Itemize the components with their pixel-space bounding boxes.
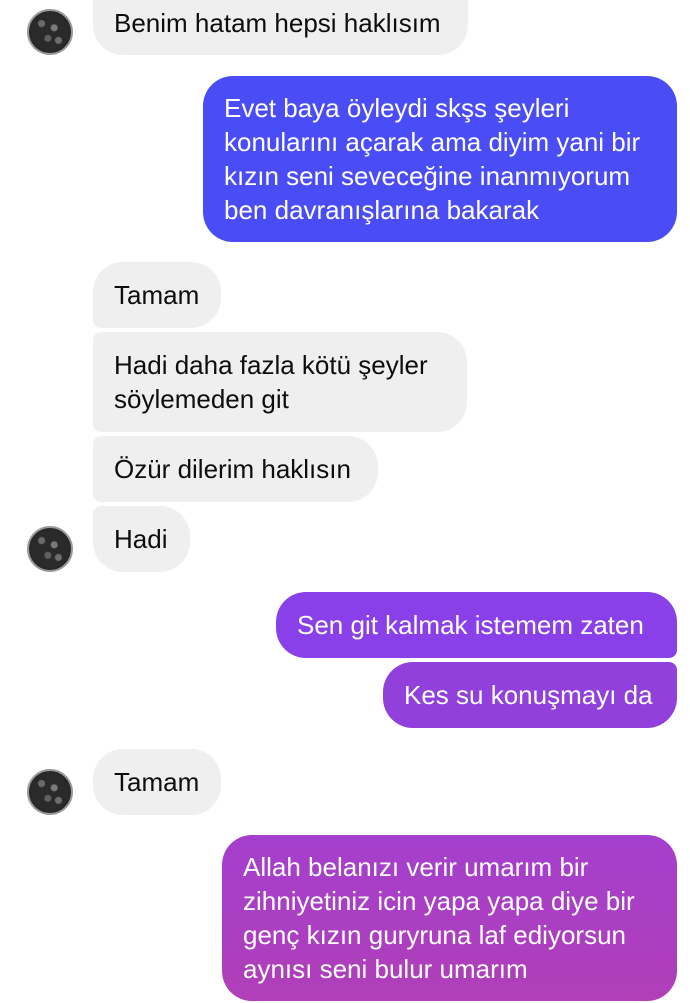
- message-text: Tamam: [114, 767, 200, 797]
- message-text: Kes su konuşmayı da: [404, 680, 653, 710]
- contact-avatar-icon[interactable]: [27, 769, 73, 815]
- message-text: Benim hatam hepsi haklısım: [114, 7, 441, 38]
- message-text: Hadi daha fazla kötü şeyler söylemeden g…: [114, 350, 428, 414]
- outgoing-message[interactable]: Sen git kalmak istemem zaten: [276, 592, 677, 658]
- message-text: Hadi: [114, 524, 168, 554]
- incoming-message[interactable]: Özür dilerim haklısın: [93, 436, 378, 502]
- outgoing-message[interactable]: Evet baya öyleydi skşs şeyleri konuların…: [203, 76, 677, 242]
- outgoing-message[interactable]: Allah belanızı verir umarım bir zihniyet…: [222, 835, 677, 1001]
- message-text: Allah belanızı verir umarım bir zihniyet…: [243, 852, 635, 984]
- contact-avatar-icon[interactable]: [27, 526, 73, 572]
- message-text: Özür dilerim haklısın: [114, 454, 351, 484]
- incoming-message[interactable]: Tamam: [93, 749, 221, 815]
- incoming-message[interactable]: Hadi daha fazla kötü şeyler söylemeden g…: [93, 332, 467, 432]
- incoming-message[interactable]: Benim hatam hepsi haklısım: [93, 0, 468, 55]
- incoming-message[interactable]: Hadi: [93, 506, 190, 572]
- message-text: Evet baya öyleydi skşs şeyleri konuların…: [224, 93, 641, 225]
- outgoing-message[interactable]: Kes su konuşmayı da: [383, 662, 677, 728]
- message-thread: Benim hatam hepsi haklısım Evet baya öyl…: [0, 0, 690, 1003]
- contact-avatar-icon[interactable]: [27, 9, 73, 55]
- incoming-message[interactable]: Tamam: [93, 262, 221, 328]
- message-text: Tamam: [114, 280, 200, 310]
- message-text: Sen git kalmak istemem zaten: [297, 610, 644, 640]
